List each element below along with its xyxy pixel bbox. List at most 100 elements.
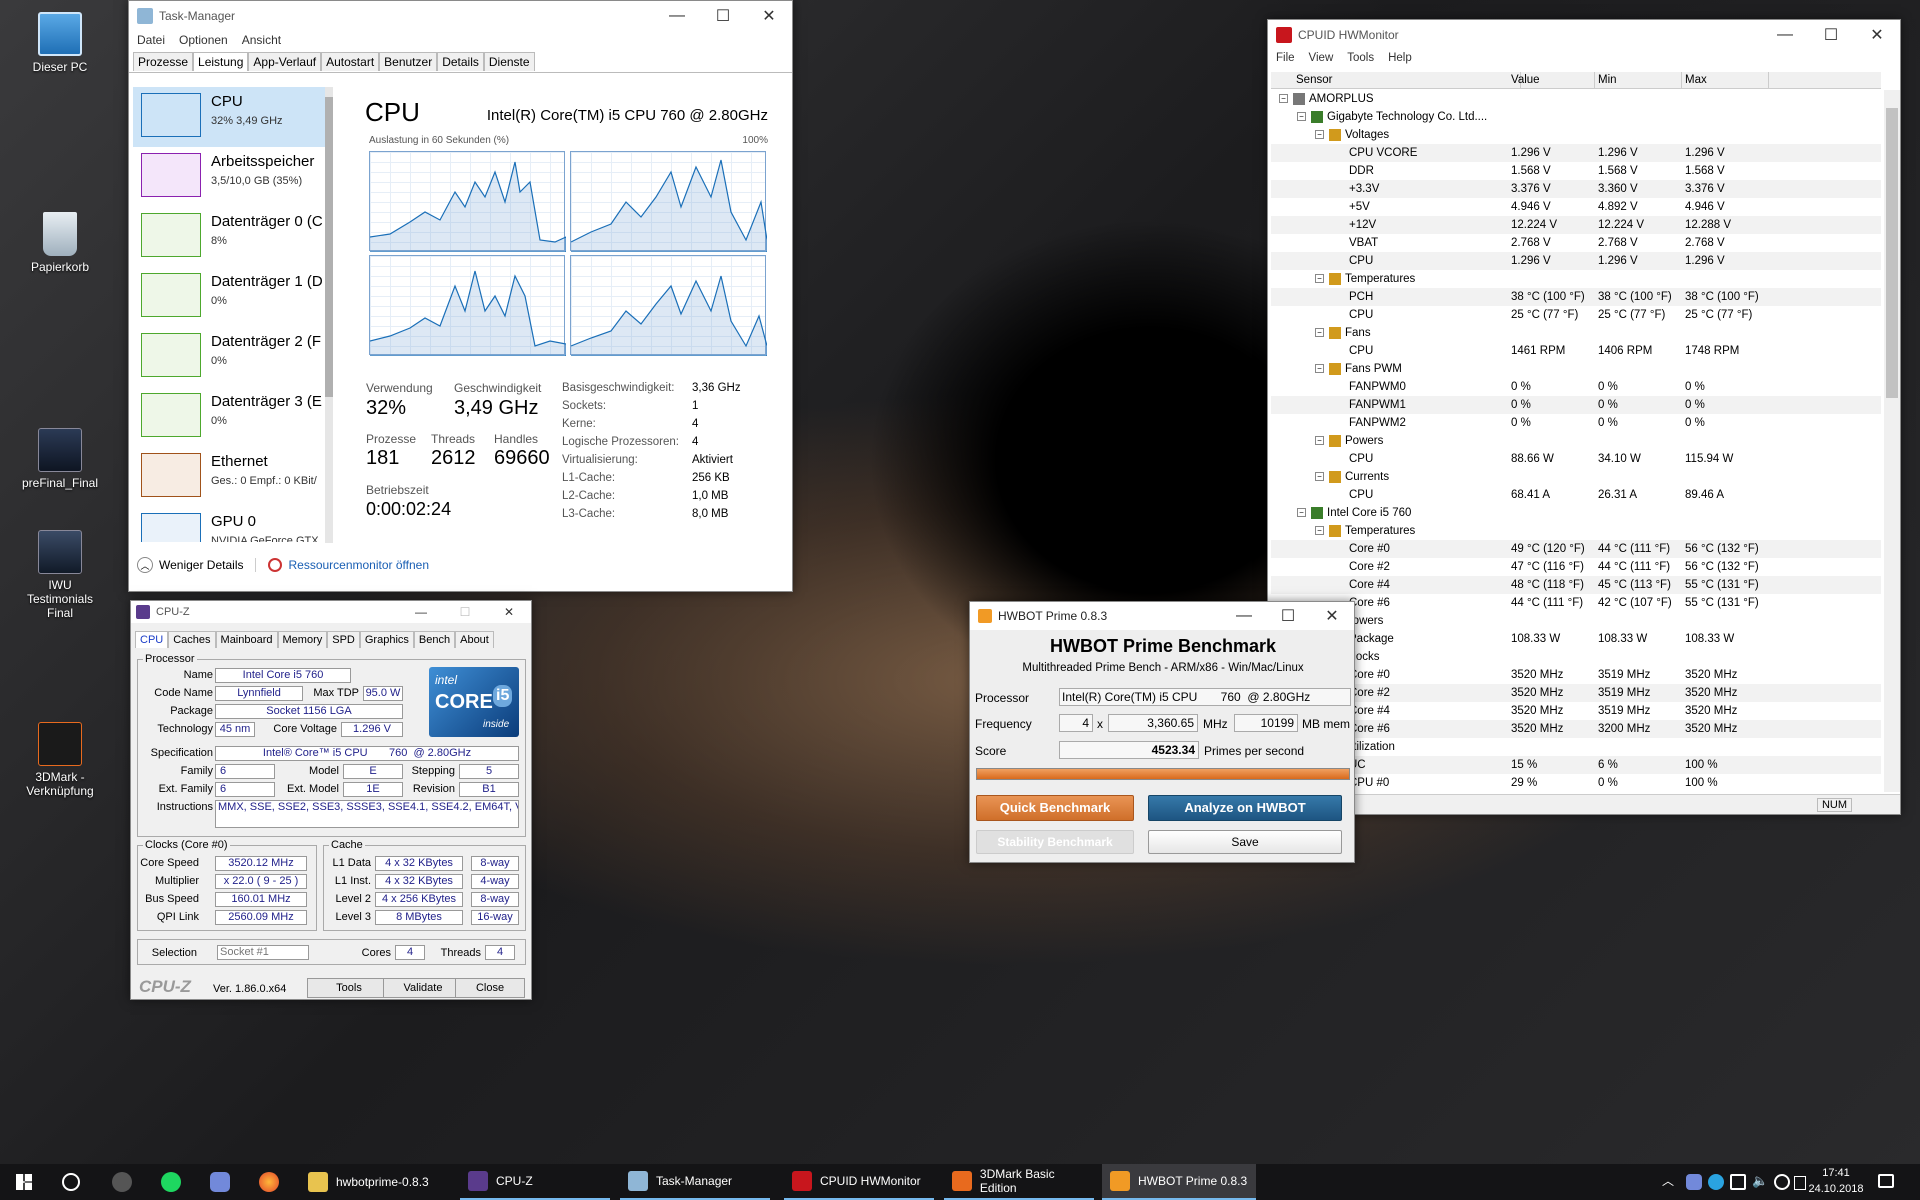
hwmonitor-titlebar[interactable]: CPUID HWMonitor — ☐ ✕ bbox=[1268, 20, 1900, 50]
table-row[interactable]: Core #6 44 °C (111 °F) 42 °C (107 °F) 55 °C… bbox=[1271, 594, 1881, 612]
taskmanager-titlebar[interactable]: Task-Manager — ☐ ✕ bbox=[129, 1, 792, 31]
quick-benchmark-button[interactable]: Quick Benchmark bbox=[976, 795, 1134, 821]
desktop-icon-3dmark[interactable]: 3DMark - Verknüpfung bbox=[14, 722, 106, 798]
expand-toggle-icon[interactable]: − bbox=[1315, 364, 1324, 373]
menu-item[interactable]: Help bbox=[1388, 52, 1412, 64]
tab-bench[interactable]: Bench bbox=[413, 631, 456, 648]
table-row[interactable]: CPU 1461 RPM 1406 RPM 1748 RPM bbox=[1271, 342, 1881, 360]
tab-memory[interactable]: Memory bbox=[277, 631, 328, 648]
table-row[interactable]: Core #2 47 °C (116 °F) 44 °C (111 °F) 56 °C… bbox=[1271, 558, 1881, 576]
menu-item[interactable]: Datei bbox=[137, 33, 165, 47]
menu-item[interactable]: View bbox=[1309, 52, 1334, 64]
vertical-scrollbar[interactable] bbox=[1884, 90, 1900, 792]
table-row[interactable]: Core #2 3520 MHz 3519 MHz 3520 MHz bbox=[1271, 684, 1881, 702]
close-icon[interactable]: ✕ bbox=[746, 1, 792, 31]
expand-toggle-icon[interactable]: − bbox=[1297, 112, 1306, 121]
table-row[interactable]: Core #0 3520 MHz 3519 MHz 3520 MHz bbox=[1271, 666, 1881, 684]
sidebar-item[interactable]: Arbeitsspeicher 3,5/10,0 GB (35%) bbox=[133, 147, 329, 205]
tools-button[interactable]: Tools bbox=[307, 978, 391, 998]
table-row[interactable]: − Fans PWM bbox=[1271, 360, 1881, 378]
sidebar-item[interactable]: Datenträger 2 (F 0% bbox=[133, 327, 329, 385]
table-row[interactable]: PCH 38 °C (100 °F) 38 °C (100 °F) 38 °C (10… bbox=[1271, 288, 1881, 306]
expand-toggle-icon[interactable]: − bbox=[1315, 274, 1324, 283]
table-row[interactable]: CPU VCORE 1.296 V 1.296 V 1.296 V bbox=[1271, 144, 1881, 162]
fewer-details-link[interactable]: Weniger Details bbox=[159, 558, 243, 572]
network-icon[interactable] bbox=[1730, 1174, 1746, 1190]
maximize-icon[interactable]: ☐ bbox=[443, 601, 487, 623]
column-max[interactable]: Max bbox=[1682, 72, 1769, 89]
table-row[interactable]: FANPWM1 0 % 0 % 0 % bbox=[1271, 396, 1881, 414]
column-value[interactable]: Value bbox=[1508, 72, 1595, 89]
tab-processes[interactable]: Prozesse bbox=[133, 52, 194, 71]
table-row[interactable]: −Utilization bbox=[1271, 738, 1881, 756]
sidebar-item[interactable]: Datenträger 1 (D 0% bbox=[133, 267, 329, 325]
expand-toggle-icon[interactable]: − bbox=[1279, 94, 1288, 103]
tab-app-history[interactable]: App-Verlauf bbox=[248, 52, 322, 71]
tab-graphics[interactable]: Graphics bbox=[359, 631, 414, 648]
table-row[interactable]: − Currents bbox=[1271, 468, 1881, 486]
table-row[interactable]: − Voltages bbox=[1271, 126, 1881, 144]
close-icon[interactable]: ✕ bbox=[487, 601, 531, 623]
taskbar-item-hwbotprime-folder[interactable]: hwbotprime-0.8.3 bbox=[300, 1164, 450, 1200]
sidebar-item[interactable]: Ethernet Ges.: 0 Empf.: 0 KBit/ bbox=[133, 447, 329, 505]
table-row[interactable]: − Temperatures bbox=[1271, 270, 1881, 288]
expand-toggle-icon[interactable]: − bbox=[1315, 526, 1324, 535]
analyze-on-hwbot-button[interactable]: Analyze on HWBOT bbox=[1148, 795, 1342, 821]
column-min[interactable]: Min bbox=[1595, 72, 1682, 89]
table-row[interactable]: Core #4 48 °C (118 °F) 45 °C (113 °F) 55 °C… bbox=[1271, 576, 1881, 594]
tab-spd[interactable]: SPD bbox=[327, 631, 360, 648]
menu-item[interactable]: Ansicht bbox=[242, 33, 281, 47]
column-sensor[interactable]: Sensor bbox=[1293, 72, 1521, 89]
table-row[interactable]: Core #6 3520 MHz 3200 MHz 3520 MHz bbox=[1271, 720, 1881, 738]
table-row[interactable]: CPU 68.41 A 26.31 A 89.46 A bbox=[1271, 486, 1881, 504]
table-row[interactable]: Core #4 3520 MHz 3519 MHz 3520 MHz bbox=[1271, 702, 1881, 720]
tray-icon[interactable] bbox=[1686, 1174, 1702, 1190]
table-row[interactable]: − Gigabyte Technology Co. Ltd.... bbox=[1271, 108, 1881, 126]
maximize-icon[interactable]: ☐ bbox=[700, 1, 746, 31]
table-row[interactable]: VBAT 2.768 V 2.768 V 2.768 V bbox=[1271, 234, 1881, 252]
expand-toggle-icon[interactable]: − bbox=[1297, 508, 1306, 517]
table-row[interactable]: DDR 1.568 V 1.568 V 1.568 V bbox=[1271, 162, 1881, 180]
save-button[interactable]: Save bbox=[1148, 830, 1342, 854]
discord-icon[interactable] bbox=[210, 1172, 230, 1192]
sidebar-item[interactable]: CPU 32% 3,49 GHz bbox=[133, 87, 329, 145]
resource-monitor-link[interactable]: Ressourcenmonitor öffnen bbox=[288, 558, 429, 572]
firefox-icon[interactable] bbox=[259, 1172, 279, 1192]
sidebar-item[interactable]: Datenträger 0 (C 8% bbox=[133, 207, 329, 265]
desktop-icon-iwu[interactable]: IWU Testimonials Final bbox=[14, 530, 106, 620]
menu-item[interactable]: File bbox=[1276, 52, 1295, 64]
sidebar-item[interactable]: GPU 0 NVIDIA GeForce GTX bbox=[133, 507, 329, 542]
expand-toggle-icon[interactable]: − bbox=[1315, 472, 1324, 481]
hwbot-titlebar[interactable]: HWBOT Prime 0.8.3 — ☐ ✕ bbox=[970, 602, 1354, 630]
table-row[interactable]: Package 108.33 W 108.33 W 108.33 W bbox=[1271, 630, 1881, 648]
tab-users[interactable]: Benutzer bbox=[379, 52, 438, 71]
desktop-icon-this-pc[interactable]: Dieser PC bbox=[14, 12, 106, 74]
close-button[interactable]: Close bbox=[455, 978, 525, 998]
notifications-icon[interactable] bbox=[1878, 1174, 1894, 1188]
menu-item[interactable]: Optionen bbox=[179, 33, 228, 47]
table-row[interactable]: FANPWM2 0 % 0 % 0 % bbox=[1271, 414, 1881, 432]
tab-startup[interactable]: Autostart bbox=[321, 52, 380, 71]
table-row[interactable]: +5V 4.946 V 4.892 V 4.946 V bbox=[1271, 198, 1881, 216]
table-row[interactable]: −Clocks bbox=[1271, 648, 1881, 666]
taskbar-item-hwmonitor[interactable]: CPUID HWMonitor bbox=[784, 1164, 934, 1200]
table-row[interactable]: −Powers bbox=[1271, 612, 1881, 630]
tray-icon[interactable] bbox=[1708, 1174, 1724, 1190]
taskbar-item-cpuz[interactable]: CPU-Z bbox=[460, 1164, 610, 1200]
maximize-icon[interactable]: ☐ bbox=[1808, 20, 1854, 50]
tab-about[interactable]: About bbox=[455, 631, 494, 648]
table-row[interactable]: Core #0 49 °C (120 °F) 44 °C (111 °F) 56 °C… bbox=[1271, 540, 1881, 558]
minimize-icon[interactable]: — bbox=[399, 601, 443, 623]
expand-toggle-icon[interactable]: − bbox=[1315, 130, 1324, 139]
tab-services[interactable]: Dienste bbox=[483, 52, 535, 71]
maximize-icon[interactable]: ☐ bbox=[1266, 602, 1310, 630]
sidebar-item[interactable]: Datenträger 3 (E 0% bbox=[133, 387, 329, 445]
sidebar-scrollbar[interactable] bbox=[325, 87, 333, 543]
desktop-icon-prefinal[interactable]: preFinal_Final bbox=[14, 428, 106, 490]
tab-mainboard[interactable]: Mainboard bbox=[215, 631, 278, 648]
table-row[interactable]: − Fans bbox=[1271, 324, 1881, 342]
tab-caches[interactable]: Caches bbox=[168, 631, 216, 648]
table-row[interactable]: − Intel Core i5 760 bbox=[1271, 504, 1881, 522]
table-row[interactable]: −Powers bbox=[1271, 432, 1881, 450]
expand-toggle-icon[interactable]: − bbox=[1315, 328, 1324, 337]
